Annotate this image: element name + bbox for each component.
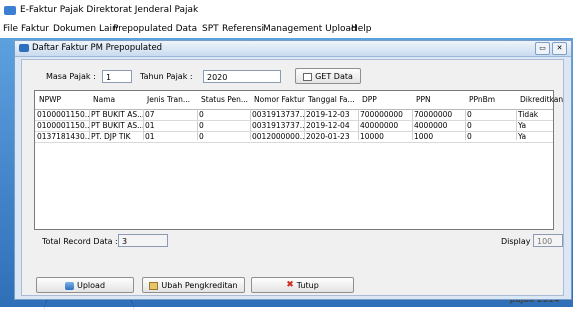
upload-label: Upload [76,281,106,290]
masa-pajak-input[interactable]: 1 [102,70,132,83]
table-row[interactable]: 0100001150... PT BUKIT AS... 07 0 003191… [35,110,553,121]
tahun-pajak-input[interactable]: 2020 [203,70,281,83]
cell-ppn: 4000000 [414,121,448,130]
cell-status: 0 [199,132,204,141]
menu-prepopulated-data[interactable]: Prepopulated Data [113,24,197,34]
cell-status: 0 [199,110,204,119]
column-header-ppnbm[interactable]: PPnBm [469,95,495,104]
window-title: Daftar Faktur PM Prepopulated [32,43,163,53]
column-header-npwp[interactable]: NPWP [39,95,61,104]
total-record-label: Total Record Data : [42,237,118,246]
cell-npwp: 0137181430... [37,132,89,141]
cell-nama: PT. DJP TIK [91,132,131,141]
column-header-jenis[interactable]: Jenis Tran... [147,95,190,104]
cell-dikreditkan: Ya [518,132,527,141]
cell-dikreditkan: Ya [518,121,527,130]
cell-ppn: 70000000 [414,110,453,119]
cell-nomor-faktur: 0031913737... [252,121,304,130]
cell-dpp: 10000 [360,132,384,141]
faktur-table[interactable]: NPWP Nama Jenis Tran... Status Pen... No… [34,90,563,230]
cell-ppnbm: 0 [467,121,472,130]
cell-nomor-faktur: 0031913737... [252,110,304,119]
menu-bar: File Faktur Dokumen Lain Prepopulated Da… [0,22,573,38]
column-header-nama[interactable]: Nama [93,95,115,104]
cell-jenis: 01 [145,132,155,141]
total-record-value: 3 [118,234,168,247]
edit-icon [149,281,159,290]
window-controls: ▭ ✕ [535,42,567,55]
restore-icon[interactable]: ▭ [535,42,550,55]
cell-jenis: 07 [145,110,155,119]
daftar-faktur-window: Daftar Faktur PM Prepopulated ▭ ✕ Masa P… [14,40,572,300]
column-header-status[interactable]: Status Pen... [201,95,248,104]
cell-nama: PT BUKIT AS... [91,110,143,119]
cell-nama: PT BUKIT AS... [91,121,143,130]
close-icon[interactable]: ✕ [552,42,567,55]
close-x-icon: ✖ [286,280,294,290]
cell-jenis: 01 [145,121,155,130]
column-header-dikreditkan[interactable]: Dikreditkan [520,95,563,104]
upload-button[interactable]: Upload [36,277,134,293]
display-label: Display [501,237,531,246]
menu-dokumen-lain[interactable]: Dokumen Lain [53,24,118,34]
display-input[interactable]: 100 [533,234,563,247]
get-data-button[interactable]: GET Data [295,68,361,84]
menu-faktur[interactable]: Faktur [21,24,49,34]
tahun-pajak-label: Tahun Pajak : [140,72,193,81]
upload-icon [64,281,74,290]
column-header-tanggal[interactable]: Tanggal Fa... [308,95,355,104]
ubah-pengkreditan-button[interactable]: Ubah Pengkreditan [142,277,245,293]
efaktur-app-icon [4,6,16,15]
tutup-label: Tutup [296,281,319,290]
menu-spt[interactable]: SPT [202,24,219,34]
cell-dikreditkan: Tidak [518,110,539,119]
column-header-ppn[interactable]: PPN [416,95,431,104]
menu-management-upload[interactable]: Management Upload [263,24,357,34]
cell-nomor-faktur: 0012000000... [252,132,304,141]
masa-pajak-label: Masa Pajak : [46,72,96,81]
cell-ppnbm: 0 [467,110,472,119]
column-header-dpp[interactable]: DPP [362,95,377,104]
cell-ppn: 1000 [414,132,434,141]
tutup-button[interactable]: ✖ Tutup [251,277,354,293]
table-row[interactable]: 0137181430... PT. DJP TIK 01 0 001200000… [35,132,553,143]
cell-tanggal: 2019-12-04 [306,121,350,130]
window-icon [19,44,29,52]
column-header-nomor-faktur[interactable]: Nomor Faktur [254,95,305,104]
app-title: E-Faktur Pajak Direktorat Jenderal Pajak [20,5,199,15]
content-panel: Masa Pajak : 1 Tahun Pajak : 2020 GET Da… [21,59,564,296]
cell-dpp: 700000000 [360,110,403,119]
get-data-label: GET Data [315,72,353,81]
cell-npwp: 0100001150... [37,110,89,119]
cell-npwp: 0100001150... [37,121,89,130]
menu-file[interactable]: File [3,24,18,34]
table-row[interactable]: 0100001150... PT BUKIT AS... 01 0 003191… [35,121,553,132]
cell-dpp: 40000000 [360,121,399,130]
app-title-bar: E-Faktur Pajak Direktorat Jenderal Pajak [0,0,573,22]
table-header: NPWP Nama Jenis Tran... Status Pen... No… [35,91,563,110]
menu-help[interactable]: Help [351,24,372,34]
get-data-icon [303,72,313,81]
cell-tanggal: 2019-12-03 [306,110,350,119]
cell-status: 0 [199,121,204,130]
cell-tanggal: 2020-01-23 [306,132,350,141]
ubah-label: Ubah Pengkreditan [161,281,238,290]
window-title-bar: Daftar Faktur PM Prepopulated ▭ ✕ [15,41,571,57]
cell-ppnbm: 0 [467,132,472,141]
menu-referensi[interactable]: Referensi [222,24,264,34]
